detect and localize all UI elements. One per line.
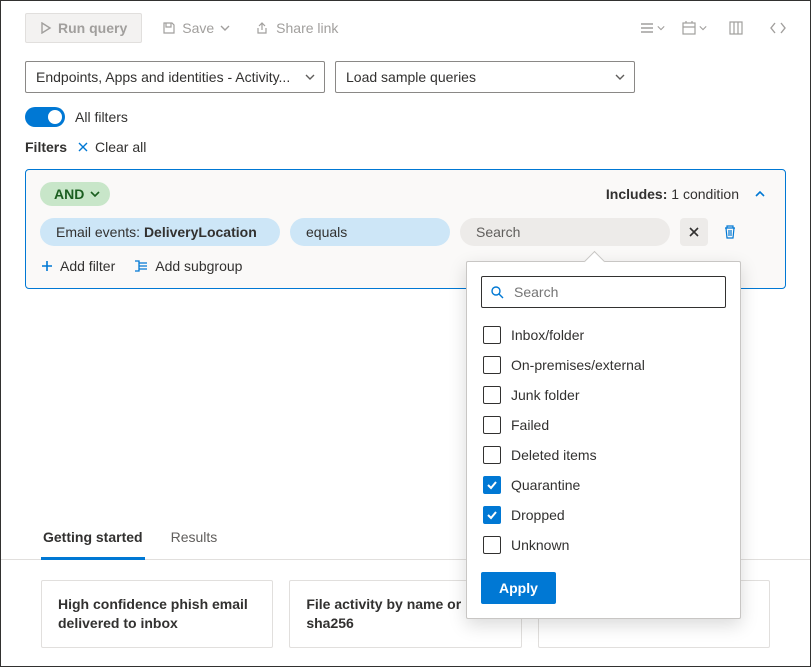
search-icon xyxy=(490,285,504,299)
popup-search-input[interactable] xyxy=(512,283,717,301)
query-tile[interactable]: High confidence phish email delivered to… xyxy=(41,580,273,648)
includes-count: 1 condition xyxy=(671,186,739,202)
property-field: DeliveryLocation xyxy=(144,224,257,240)
option-label: On-premises/external xyxy=(511,357,645,373)
popup-option[interactable]: Dropped xyxy=(481,500,726,530)
add-filter-label: Add filter xyxy=(60,258,115,274)
all-filters-toggle[interactable] xyxy=(25,107,65,127)
tab-label: Results xyxy=(171,529,218,545)
checkbox[interactable] xyxy=(483,476,501,494)
popup-option[interactable]: Unknown xyxy=(481,530,726,560)
option-label: Failed xyxy=(511,417,549,433)
operator-pill[interactable]: equals xyxy=(290,218,450,246)
tab-getting-started[interactable]: Getting started xyxy=(41,519,145,560)
checkbox[interactable] xyxy=(483,386,501,404)
scope-dropdown[interactable]: Endpoints, Apps and identities - Activit… xyxy=(25,61,325,93)
save-icon xyxy=(162,21,176,35)
run-query-button[interactable]: Run query xyxy=(25,13,142,43)
option-label: Inbox/folder xyxy=(511,327,584,343)
chevron-down-icon xyxy=(90,189,100,199)
add-subgroup-label: Add subgroup xyxy=(155,258,242,274)
chevron-down-icon xyxy=(304,71,316,83)
tile-title: File activity by name or sha256 xyxy=(306,596,461,631)
filters-header: Filters Clear all xyxy=(1,133,810,165)
plus-icon xyxy=(40,259,54,273)
share-link-button[interactable]: Share link xyxy=(250,16,344,40)
list-view-button[interactable] xyxy=(638,14,666,42)
save-button[interactable]: Save xyxy=(156,16,236,40)
condition-row: Email events: DeliveryLocation equals Se… xyxy=(40,218,771,246)
scope-dropdown-label: Endpoints, Apps and identities - Activit… xyxy=(36,69,290,85)
option-label: Unknown xyxy=(511,537,569,553)
clear-all-label: Clear all xyxy=(95,139,146,155)
top-toolbar: Run query Save Share link xyxy=(1,1,810,51)
filter-group-header: AND Includes: 1 condition xyxy=(40,182,771,206)
includes-prefix: Includes: xyxy=(606,186,667,202)
popup-option[interactable]: Inbox/folder xyxy=(481,320,726,350)
popup-option[interactable]: On-premises/external xyxy=(481,350,726,380)
tile-title: High confidence phish email delivered to… xyxy=(58,596,248,631)
checkbox[interactable] xyxy=(483,356,501,374)
includes-summary: Includes: 1 condition xyxy=(606,186,739,202)
calendar-button[interactable] xyxy=(680,14,708,42)
popup-option[interactable]: Failed xyxy=(481,410,726,440)
option-label: Quarantine xyxy=(511,477,580,493)
logic-operator-pill[interactable]: AND xyxy=(40,182,110,206)
checkbox[interactable] xyxy=(483,326,501,344)
all-filters-label: All filters xyxy=(75,109,128,125)
property-prefix: Email events: xyxy=(56,224,140,240)
sample-queries-dropdown[interactable]: Load sample queries xyxy=(335,61,635,93)
property-pill[interactable]: Email events: DeliveryLocation xyxy=(40,218,280,246)
tab-label: Getting started xyxy=(43,529,143,545)
value-pill[interactable]: Search xyxy=(460,218,670,246)
popup-option[interactable]: Junk folder xyxy=(481,380,726,410)
share-icon xyxy=(256,21,270,35)
logic-operator-label: AND xyxy=(54,186,84,202)
checkbox[interactable] xyxy=(483,506,501,524)
apply-label: Apply xyxy=(499,580,538,596)
add-filter-button[interactable]: Add filter xyxy=(40,258,115,274)
play-icon xyxy=(40,22,52,34)
delete-condition-button[interactable] xyxy=(718,220,742,244)
clear-all-button[interactable]: Clear all xyxy=(77,139,146,155)
subgroup-icon xyxy=(133,259,149,273)
option-label: Dropped xyxy=(511,507,565,523)
collapse-group-button[interactable] xyxy=(749,183,771,205)
run-query-label: Run query xyxy=(58,20,127,36)
close-icon xyxy=(77,141,89,153)
option-label: Deleted items xyxy=(511,447,597,463)
operator-label: equals xyxy=(306,224,347,240)
popup-option[interactable]: Deleted items xyxy=(481,440,726,470)
value-placeholder: Search xyxy=(476,224,520,240)
all-filters-row: All filters xyxy=(1,97,810,133)
tab-results[interactable]: Results xyxy=(169,519,220,559)
add-subgroup-button[interactable]: Add subgroup xyxy=(133,258,242,274)
code-view-button[interactable] xyxy=(764,14,792,42)
clear-value-button[interactable] xyxy=(680,218,708,246)
apply-button[interactable]: Apply xyxy=(481,572,556,604)
columns-button[interactable] xyxy=(722,14,750,42)
popup-search-box[interactable] xyxy=(481,276,726,308)
popup-option[interactable]: Quarantine xyxy=(481,470,726,500)
filters-label: Filters xyxy=(25,139,67,155)
scope-selectors: Endpoints, Apps and identities - Activit… xyxy=(1,51,810,97)
checkbox[interactable] xyxy=(483,416,501,434)
value-picker-popup: Inbox/folder On-premises/external Junk fol… xyxy=(466,261,741,619)
checkbox[interactable] xyxy=(483,446,501,464)
share-link-label: Share link xyxy=(276,20,338,36)
save-label: Save xyxy=(182,20,214,36)
chevron-down-icon xyxy=(614,71,626,83)
sample-queries-label: Load sample queries xyxy=(346,69,476,85)
checkbox[interactable] xyxy=(483,536,501,554)
option-label: Junk folder xyxy=(511,387,579,403)
chevron-down-icon xyxy=(220,23,230,33)
